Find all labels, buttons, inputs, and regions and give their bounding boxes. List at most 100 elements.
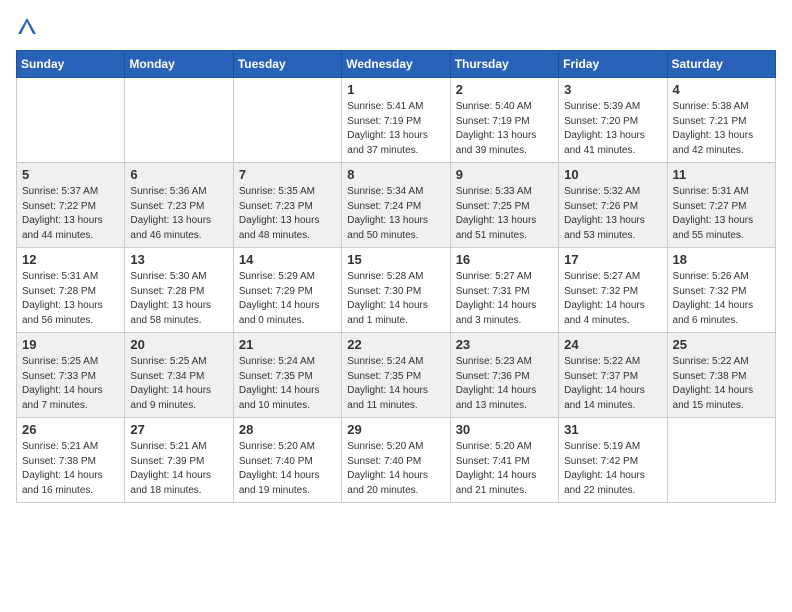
calendar-cell: 20 Sunrise: 5:25 AM Sunset: 7:34 PM Dayli… (125, 333, 233, 418)
calendar-cell: 14 Sunrise: 5:29 AM Sunset: 7:29 PM Dayli… (233, 248, 341, 333)
calendar-cell (125, 78, 233, 163)
day-info: Sunrise: 5:21 AM Sunset: 7:39 PM Dayligh… (130, 440, 227, 498)
day-number: 15 (347, 252, 444, 267)
day-number: 29 (347, 422, 444, 437)
calendar-cell: 4 Sunrise: 5:38 AM Sunset: 7:21 PM Daylig… (667, 78, 775, 163)
calendar-cell: 21 Sunrise: 5:24 AM Sunset: 7:35 PM Dayli… (233, 333, 341, 418)
day-info: Sunrise: 5:35 AM Sunset: 7:23 PM Dayligh… (239, 185, 336, 243)
day-number: 10 (564, 167, 661, 182)
day-number: 11 (673, 167, 770, 182)
day-number: 24 (564, 337, 661, 352)
calendar-cell: 7 Sunrise: 5:35 AM Sunset: 7:23 PM Daylig… (233, 163, 341, 248)
weekday-header-monday: Monday (125, 51, 233, 78)
day-info: Sunrise: 5:22 AM Sunset: 7:37 PM Dayligh… (564, 355, 661, 413)
calendar-cell: 13 Sunrise: 5:30 AM Sunset: 7:28 PM Dayli… (125, 248, 233, 333)
day-info: Sunrise: 5:31 AM Sunset: 7:28 PM Dayligh… (22, 270, 119, 328)
day-number: 20 (130, 337, 227, 352)
day-info: Sunrise: 5:25 AM Sunset: 7:33 PM Dayligh… (22, 355, 119, 413)
weekday-header-wednesday: Wednesday (342, 51, 450, 78)
day-info: Sunrise: 5:33 AM Sunset: 7:25 PM Dayligh… (456, 185, 553, 243)
calendar-cell: 26 Sunrise: 5:21 AM Sunset: 7:38 PM Dayli… (17, 418, 125, 503)
calendar-cell (233, 78, 341, 163)
day-info: Sunrise: 5:27 AM Sunset: 7:31 PM Dayligh… (456, 270, 553, 328)
day-number: 8 (347, 167, 444, 182)
day-number: 13 (130, 252, 227, 267)
day-info: Sunrise: 5:39 AM Sunset: 7:20 PM Dayligh… (564, 100, 661, 158)
calendar-cell: 31Sunrise: 5:19 AM Sunset: 7:42 PM Dayli… (559, 418, 667, 503)
day-info: Sunrise: 5:40 AM Sunset: 7:19 PM Dayligh… (456, 100, 553, 158)
day-info: Sunrise: 5:24 AM Sunset: 7:35 PM Dayligh… (239, 355, 336, 413)
calendar-cell: 11Sunrise: 5:31 AM Sunset: 7:27 PM Dayli… (667, 163, 775, 248)
day-number: 28 (239, 422, 336, 437)
day-number: 6 (130, 167, 227, 182)
calendar-cell: 16 Sunrise: 5:27 AM Sunset: 7:31 PM Dayli… (450, 248, 558, 333)
day-number: 14 (239, 252, 336, 267)
weekday-header-tuesday: Tuesday (233, 51, 341, 78)
day-number: 7 (239, 167, 336, 182)
day-number: 17 (564, 252, 661, 267)
day-info: Sunrise: 5:30 AM Sunset: 7:28 PM Dayligh… (130, 270, 227, 328)
calendar-cell: 30 Sunrise: 5:20 AM Sunset: 7:41 PM Dayli… (450, 418, 558, 503)
logo-icon (16, 16, 38, 38)
day-info: Sunrise: 5:36 AM Sunset: 7:23 PM Dayligh… (130, 185, 227, 243)
day-info: Sunrise: 5:26 AM Sunset: 7:32 PM Dayligh… (673, 270, 770, 328)
day-info: Sunrise: 5:21 AM Sunset: 7:38 PM Dayligh… (22, 440, 119, 498)
calendar: SundayMondayTuesdayWednesdayThursdayFrid… (16, 50, 776, 503)
day-number: 22 (347, 337, 444, 352)
day-number: 9 (456, 167, 553, 182)
calendar-cell: 12 Sunrise: 5:31 AM Sunset: 7:28 PM Dayli… (17, 248, 125, 333)
day-number: 26 (22, 422, 119, 437)
logo (16, 16, 42, 38)
day-info: Sunrise: 5:23 AM Sunset: 7:36 PM Dayligh… (456, 355, 553, 413)
day-info: Sunrise: 5:28 AM Sunset: 7:30 PM Dayligh… (347, 270, 444, 328)
day-number: 12 (22, 252, 119, 267)
weekday-header-friday: Friday (559, 51, 667, 78)
day-number: 21 (239, 337, 336, 352)
calendar-cell: 23 Sunrise: 5:23 AM Sunset: 7:36 PM Dayli… (450, 333, 558, 418)
calendar-cell: 18 Sunrise: 5:26 AM Sunset: 7:32 PM Dayli… (667, 248, 775, 333)
day-number: 1 (347, 82, 444, 97)
day-info: Sunrise: 5:41 AM Sunset: 7:19 PM Dayligh… (347, 100, 444, 158)
day-info: Sunrise: 5:20 AM Sunset: 7:41 PM Dayligh… (456, 440, 553, 498)
calendar-cell: 17Sunrise: 5:27 AM Sunset: 7:32 PM Dayli… (559, 248, 667, 333)
day-info: Sunrise: 5:22 AM Sunset: 7:38 PM Dayligh… (673, 355, 770, 413)
day-number: 23 (456, 337, 553, 352)
calendar-cell (17, 78, 125, 163)
day-info: Sunrise: 5:25 AM Sunset: 7:34 PM Dayligh… (130, 355, 227, 413)
calendar-cell: 22 Sunrise: 5:24 AM Sunset: 7:35 PM Dayli… (342, 333, 450, 418)
calendar-cell: 27 Sunrise: 5:21 AM Sunset: 7:39 PM Dayli… (125, 418, 233, 503)
day-number: 2 (456, 82, 553, 97)
calendar-cell: 1 Sunrise: 5:41 AM Sunset: 7:19 PM Daylig… (342, 78, 450, 163)
page-header (16, 16, 776, 38)
day-number: 27 (130, 422, 227, 437)
day-number: 4 (673, 82, 770, 97)
calendar-cell: 10 Sunrise: 5:32 AM Sunset: 7:26 PM Dayli… (559, 163, 667, 248)
day-number: 25 (673, 337, 770, 352)
day-info: Sunrise: 5:34 AM Sunset: 7:24 PM Dayligh… (347, 185, 444, 243)
calendar-cell: 9 Sunrise: 5:33 AM Sunset: 7:25 PM Daylig… (450, 163, 558, 248)
calendar-cell: 2 Sunrise: 5:40 AM Sunset: 7:19 PM Daylig… (450, 78, 558, 163)
day-info: Sunrise: 5:29 AM Sunset: 7:29 PM Dayligh… (239, 270, 336, 328)
day-info: Sunrise: 5:32 AM Sunset: 7:26 PM Dayligh… (564, 185, 661, 243)
day-number: 31 (564, 422, 661, 437)
day-number: 3 (564, 82, 661, 97)
day-info: Sunrise: 5:24 AM Sunset: 7:35 PM Dayligh… (347, 355, 444, 413)
weekday-header-thursday: Thursday (450, 51, 558, 78)
day-number: 19 (22, 337, 119, 352)
day-info: Sunrise: 5:38 AM Sunset: 7:21 PM Dayligh… (673, 100, 770, 158)
day-info: Sunrise: 5:37 AM Sunset: 7:22 PM Dayligh… (22, 185, 119, 243)
day-number: 18 (673, 252, 770, 267)
calendar-cell: 3 Sunrise: 5:39 AM Sunset: 7:20 PM Daylig… (559, 78, 667, 163)
calendar-cell: 19 Sunrise: 5:25 AM Sunset: 7:33 PM Dayli… (17, 333, 125, 418)
calendar-cell (667, 418, 775, 503)
day-number: 16 (456, 252, 553, 267)
calendar-cell: 5 Sunrise: 5:37 AM Sunset: 7:22 PM Daylig… (17, 163, 125, 248)
weekday-header-saturday: Saturday (667, 51, 775, 78)
calendar-cell: 24 Sunrise: 5:22 AM Sunset: 7:37 PM Dayli… (559, 333, 667, 418)
day-number: 5 (22, 167, 119, 182)
day-info: Sunrise: 5:20 AM Sunset: 7:40 PM Dayligh… (239, 440, 336, 498)
day-number: 30 (456, 422, 553, 437)
calendar-cell: 6 Sunrise: 5:36 AM Sunset: 7:23 PM Daylig… (125, 163, 233, 248)
calendar-cell: 25 Sunrise: 5:22 AM Sunset: 7:38 PM Dayli… (667, 333, 775, 418)
day-info: Sunrise: 5:20 AM Sunset: 7:40 PM Dayligh… (347, 440, 444, 498)
